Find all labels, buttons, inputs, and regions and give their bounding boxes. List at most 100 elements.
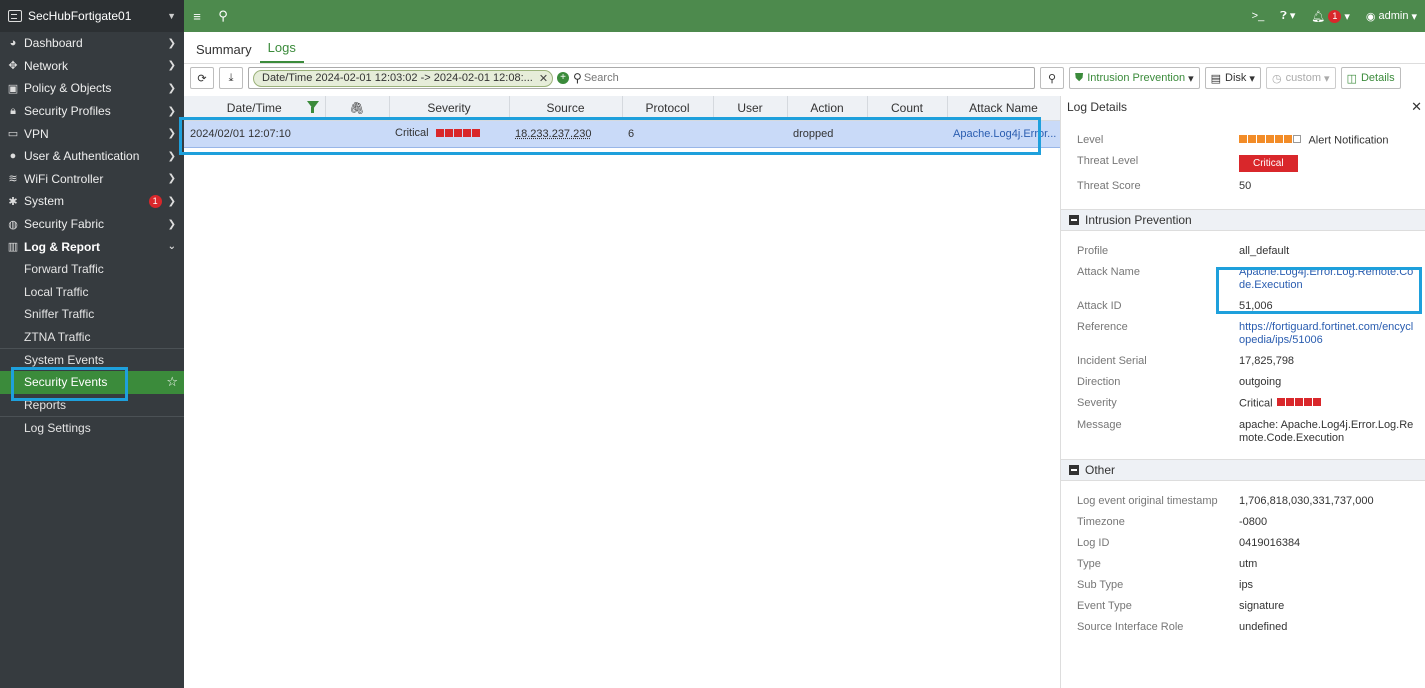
detail-row: Timezone -0800 [1061,512,1425,533]
source-ip[interactable]: 18.233.237.230 [515,128,591,140]
detail-row: Reference https://fortiguard.fortinet.com… [1061,317,1425,351]
cell-action: dropped [787,119,867,148]
disk-dropdown-label: Disk [1225,72,1247,84]
column-header-label: Date/Time [226,100,282,115]
column-header-attack-name[interactable]: Attack Name [947,96,1061,121]
sidebar-item-user-authentication[interactable]: ● User & Authentication ❯ [0,145,184,168]
detail-key: Attack ID [1077,300,1122,313]
sidebar-item-dashboard[interactable]: ◕ Dashboard ❯ [0,32,184,55]
sidebar: SecHubFortigate01 ▼ ◕ Dashboard ❯ ✥ Netw… [0,0,184,688]
help-icon[interactable]: ❓︎ ▾ [1280,9,1295,23]
filter-chip-datetime[interactable]: Date/Time 2024-02-01 12:03:02 -> 2024-02… [253,69,554,87]
column-header-count[interactable]: Count [867,96,948,121]
sidebar-subitem-reports[interactable]: Reports [0,394,184,417]
column-header-action[interactable]: Action [787,96,868,121]
critical-badge: Critical [1239,155,1298,173]
custom-time-dropdown[interactable]: ◷ custom ▾ [1265,67,1336,89]
sidebar-subitem-security-events[interactable]: Security Events ☆ [0,370,184,394]
sidebar-item-system[interactable]: ✱ System 1 ❯ [0,190,184,213]
search-button[interactable]: ⚲ [1040,67,1064,89]
admin-menu[interactable]: ◉ admin ▾ [1366,10,1417,23]
sidebar-item-policy-objects[interactable]: ▣ Policy & Objects ❯ [0,77,184,100]
column-header-protocol[interactable]: Protocol [622,96,714,121]
sidebar-item-vpn[interactable]: ▭ VPN ❯ [0,122,184,145]
search-input[interactable] [583,72,1004,84]
detail-row: Attack Name Apache.Log4j.Error.Log.Remote… [1061,262,1425,296]
caret-down-icon: ▾ [1411,10,1417,23]
table-row[interactable]: 2024/02/01 12:07:10 Critical 18.233.237.… [184,119,1060,148]
refresh-button[interactable]: ⟳ [190,67,214,89]
detail-value: utm [1239,557,1258,570]
detail-row: Attack ID 51,006 [1061,296,1425,317]
section-title: Intrusion Prevention [1085,213,1192,228]
sidebar-item-network[interactable]: ✥ Network ❯ [0,55,184,78]
attack-name-link[interactable]: Apache.Log4j.Error... [953,128,1056,140]
filter-funnel-icon[interactable] [306,101,319,113]
search-icon[interactable]: ⚲ [210,8,236,24]
ips-detail-list: Profile all_default Attack Name Apache.Log4… [1061,241,1425,448]
sidebar-item-security-fabric[interactable]: ◍ Security Fabric ❯ [0,213,184,236]
lock-icon: 🔒︎ [10,104,16,117]
severity-label: Critical [395,127,429,140]
sidebar-subitem-sniffer-traffic[interactable]: Sniffer Traffic [0,303,184,326]
star-icon[interactable]: ☆ [166,374,178,390]
column-header-user[interactable]: User [713,96,788,121]
device-selector[interactable]: SecHubFortigate01 ▼ [0,0,184,32]
caret-down-icon: ▼ [167,11,176,21]
detail-row-threat-level: Threat Level Critical [1061,151,1425,176]
detail-value: -0800 [1239,515,1268,528]
menu-icon[interactable]: ≡ [184,9,210,24]
chevron-right-icon: ❯ [167,37,176,49]
close-icon[interactable]: ✕ [539,72,548,85]
sidebar-subitem-ztna-traffic[interactable]: ZTNA Traffic [0,326,184,349]
policy-icon: ▣ [7,82,19,95]
detail-key: Sub Type [1077,578,1124,591]
section-intrusion-prevention[interactable]: Intrusion Prevention [1061,209,1425,232]
caret-down-icon: ▾ [1249,72,1255,85]
sidebar-subitem-local-traffic[interactable]: Local Traffic [0,281,184,304]
sidebar-subitem-forward-traffic[interactable]: Forward Traffic [0,258,184,281]
detail-row: Log ID 0419016384 [1061,533,1425,554]
download-icon: ⤓ [228,71,234,84]
detail-key: Profile [1077,245,1109,258]
cell-severity: Critical [389,119,509,148]
log-details-panel: Log Details ✕ Level Alert Notification T… [1060,96,1425,688]
disk-dropdown[interactable]: ▤ Disk ▾ [1204,67,1261,89]
notifications-button[interactable]: 🔔︎ 1 ▾ [1311,9,1350,23]
sidebar-item-log-report[interactable]: ▥ Log & Report ⌄ [0,235,184,258]
detail-value: all_default [1239,245,1290,258]
column-header-source[interactable]: Source [509,96,623,121]
log-toolbar: ⟳ ⤓ Date/Time 2024-02-01 12:03:02 -> 202… [184,64,1425,92]
section-other[interactable]: Other [1061,458,1425,481]
chevron-right-icon: ❯ [167,128,176,140]
cell-source: 18.233.237.230 [509,119,622,148]
column-header-attachment[interactable]: 🖇︎ [325,96,390,121]
search-icon: ⚲ [1047,72,1057,85]
detail-row: Severity Critical [1061,393,1425,414]
sidebar-item-wifi-controller[interactable]: ≋ WiFi Controller ❯ [0,168,184,191]
sidebar-subitem-log-settings[interactable]: Log Settings [0,416,184,439]
column-header-datetime[interactable]: Date/Time [184,96,326,121]
user-icon: ◉ [1365,10,1376,23]
detail-value: 1,706,818,030,331,737,000 [1239,494,1374,507]
detail-link[interactable]: https://fortiguard.fortinet.com/encyclop… [1239,321,1419,347]
add-filter-icon[interactable]: + [557,72,570,84]
filter-bar[interactable]: Date/Time 2024-02-01 12:03:02 -> 2024-02… [248,67,1035,89]
tab-summary[interactable]: Summary [188,42,260,63]
detail-value: Critical [1239,155,1419,173]
chart-icon: ▥ [7,241,19,254]
filter-chip-label: Date/Time 2024-02-01 12:03:02 -> 2024-02… [262,72,533,84]
detail-link[interactable]: Apache.Log4j.Error.Log.Remote.Code.Execu… [1239,266,1419,292]
detail-key: Log event original timestamp [1077,494,1218,507]
sidebar-subitem-system-events[interactable]: System Events [0,348,184,371]
tab-logs[interactable]: Logs [259,40,304,63]
detail-key: Source Interface Role [1077,620,1184,633]
cli-icon[interactable]: >_ [1252,10,1265,22]
column-header-severity[interactable]: Severity [389,96,510,121]
sidebar-item-security-profiles[interactable]: 🔒︎ Security Profiles ❯ [0,100,184,123]
details-toggle-button[interactable]: ◫ Details [1340,67,1401,89]
monitor-icon: ▭ [7,128,19,141]
close-icon[interactable]: ✕ [1411,99,1422,115]
profile-dropdown[interactable]: ⛊ Intrusion Prevention ▾ [1069,67,1200,89]
download-button[interactable]: ⤓ [219,67,243,89]
